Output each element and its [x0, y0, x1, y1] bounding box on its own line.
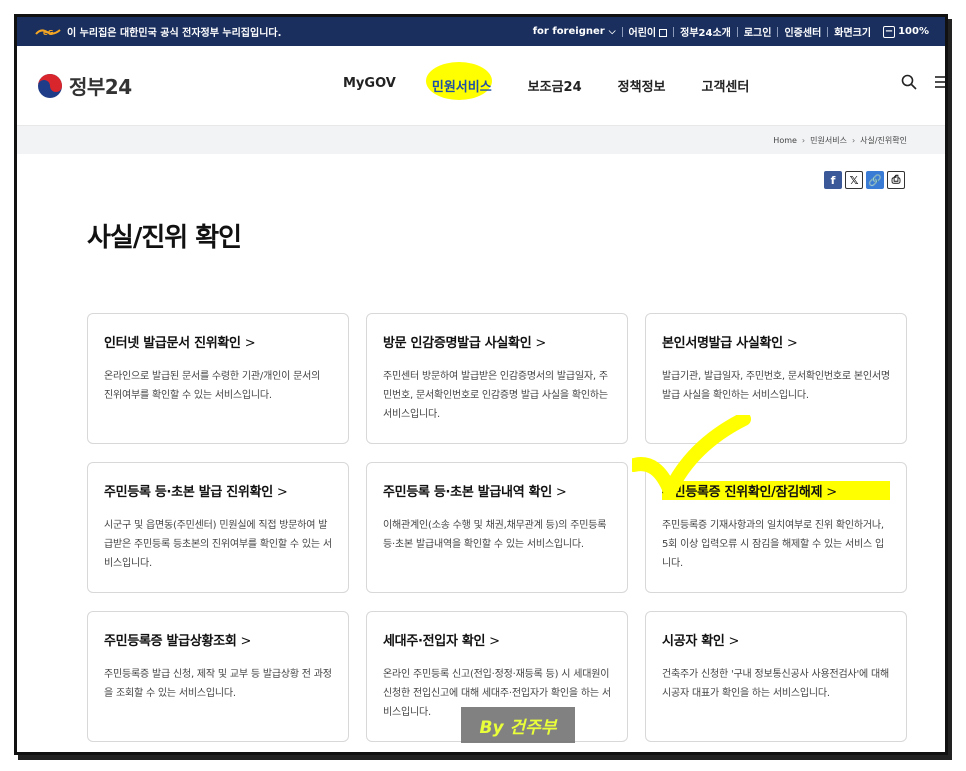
card-desc: 이해관계인(소송 수행 및 채권,채무관계 등)의 주민등록 등·초본 발급내역…	[383, 520, 607, 550]
link-icon[interactable]: 🔗	[866, 171, 884, 189]
logo-text: 정부24	[69, 75, 132, 99]
site-header: 정부24 MyGOV 민원서비스 보조금24 정책정보 고객센터	[17, 46, 945, 126]
card-title: 방문 인감증명발급 사실확인 >	[383, 336, 546, 351]
card-title: 본인서명발급 사실확인 >	[662, 336, 798, 351]
card-title: 주민등록증 발급상황조회 >	[104, 634, 252, 649]
service-card[interactable]: 주민등록 등·초본 발급 진위확인 > 시군구 및 읍면동(주민센터) 민원실에 직…	[87, 462, 349, 593]
zoom-out-icon[interactable]: −	[883, 25, 896, 38]
gov-notice: 이 누리집은 대한민국 공식 전자정부 누리집입니다.	[67, 28, 282, 39]
zoom-control[interactable]: −100%	[877, 25, 935, 38]
main-nav: MyGOV 민원서비스 보조금24 정책정보 고객센터	[343, 62, 750, 101]
chevron-right-icon: >	[728, 634, 740, 649]
nav-civil-service[interactable]: 민원서비스	[425, 62, 492, 101]
screen-size-label: 화면크기	[834, 28, 872, 39]
external-link-icon	[659, 29, 668, 37]
utility-menu: for foreigner ⌵ 어린이 정부24소개 로그인 인증센터 화면크기 …	[527, 24, 935, 39]
svg-text:eG: eG	[43, 29, 54, 37]
cert-center-link[interactable]: 인증센터	[778, 24, 827, 39]
chevron-right-icon: >	[489, 634, 500, 649]
breadcrumb-current: 사실/진위확인	[860, 135, 907, 145]
chevron-right-icon: ›	[801, 135, 806, 145]
share-bar: f 𝕏 🔗 ⎙	[824, 171, 905, 189]
service-card[interactable]: 주민등록증 발급상황조회 > 주민등록증 발급 신청, 제작 및 교부 등 발급상황…	[87, 611, 349, 742]
chevron-right-icon: ›	[851, 135, 856, 145]
card-title: 인터넷 발급문서 진위확인 >	[104, 336, 256, 351]
card-title: 시공자 확인 >	[662, 634, 740, 649]
chevron-right-icon: >	[826, 485, 837, 500]
breadcrumb-home[interactable]: Home	[773, 136, 797, 145]
header-actions	[901, 74, 948, 90]
x-icon[interactable]: 𝕏	[845, 171, 863, 189]
service-card[interactable]: 시공자 확인 > 건축주가 신청한 '구내 정보통신공사 사용전검사'에 대해 시공…	[645, 611, 907, 742]
card-title: 주민등록 등·초본 발급 진위확인 >	[104, 485, 288, 500]
search-icon[interactable]	[901, 74, 917, 90]
breadcrumb: Home › 민원서비스 › 사실/진위확인	[17, 126, 945, 154]
card-title: 주민등록 등·초본 발급내역 확인 >	[383, 485, 567, 500]
card-desc: 온라인으로 발급된 문서를 수령한 기관/개인이 문서의 진위여부를 확인할 수…	[104, 371, 321, 401]
service-card-id-verify[interactable]: 주민등록증 진위확인/잠김해제 > 주민등록증 기재사항과의 일치여부로 진위 확인…	[645, 462, 907, 593]
chevron-right-icon: >	[244, 336, 256, 351]
service-card[interactable]: 방문 인감증명발급 사실확인 > 주민센터 방문하여 발급받은 인감증명서의 발급일…	[366, 313, 628, 444]
chevron-down-icon: ⌵	[608, 27, 616, 37]
nav-subsidy24[interactable]: 보조금24	[528, 70, 582, 101]
service-card[interactable]: 본인서명발급 사실확인 > 발급기관, 발급일자, 주민번호, 문서확인번호로 본인…	[645, 313, 907, 444]
nav-mygov[interactable]: MyGOV	[343, 70, 396, 101]
nav-policy-info[interactable]: 정책정보	[618, 70, 666, 101]
browser-frame: eG 이 누리집은 대한민국 공식 전자정부 누리집입니다. for forei…	[14, 14, 948, 755]
card-desc: 건축주가 신청한 '구내 정보통신공사 사용전검사'에 대해 시공자 대표가 확…	[662, 669, 889, 699]
card-desc: 주민센터 방문하여 발급받은 인감증명서의 발급일자, 주민번호, 문서확인번호…	[383, 371, 608, 420]
service-card[interactable]: 인터넷 발급문서 진위확인 > 온라인으로 발급된 문서를 수령한 기관/개인이 문…	[87, 313, 349, 444]
page-title: 사실/진위 확인	[87, 223, 242, 253]
chevron-right-icon: >	[535, 336, 546, 351]
login-link[interactable]: 로그인	[738, 24, 778, 39]
card-desc: 주민등록증 발급 신청, 제작 및 교부 등 발급상황 전 과정을 조회할 수 …	[104, 669, 332, 699]
card-desc: 발급기관, 발급일자, 주민번호, 문서확인번호로 본인서명 발급 사실을 확인…	[662, 371, 890, 401]
kids-link[interactable]: 어린이	[623, 24, 674, 39]
card-desc: 주민등록증 기재사항과의 일치여부로 진위 확인하거나, 5회 이상 입력오류 …	[662, 520, 884, 569]
menu-icon[interactable]	[933, 74, 948, 90]
taegeuk-icon	[38, 73, 62, 98]
facebook-icon[interactable]: f	[824, 171, 842, 189]
print-icon[interactable]: ⎙	[887, 171, 905, 189]
gov24-logo[interactable]: 정부24	[37, 71, 297, 100]
breadcrumb-civil-service[interactable]: 민원서비스	[810, 135, 847, 146]
for-foreigner-menu[interactable]: for foreigner ⌵	[527, 26, 622, 37]
chevron-right-icon: >	[786, 336, 798, 351]
chevron-right-icon: >	[240, 634, 252, 649]
chevron-right-icon: >	[276, 485, 288, 500]
watermark: By 건주부	[461, 707, 575, 743]
service-card-grid: 인터넷 발급문서 진위확인 > 온라인으로 발급된 문서를 수령한 기관/개인이 문…	[87, 313, 907, 742]
nav-customer-center[interactable]: 고객센터	[702, 70, 750, 101]
service-card[interactable]: 주민등록 등·초본 발급내역 확인 > 이해관계인(소송 수행 및 채권,채무관계 …	[366, 462, 628, 593]
gov-banner: eG 이 누리집은 대한민국 공식 전자정부 누리집입니다. for forei…	[17, 17, 945, 46]
card-title: 세대주·전입자 확인 >	[383, 634, 500, 649]
chevron-right-icon: >	[555, 485, 567, 500]
about-gov24-link[interactable]: 정부24소개	[674, 24, 737, 39]
card-title: 주민등록증 진위확인/잠김해제 >	[662, 481, 890, 500]
egov-logo-icon: eG	[35, 29, 61, 37]
card-desc: 시군구 및 읍면동(주민센터) 민원실에 직접 방문하여 발급받은 주민등록 등…	[104, 520, 332, 569]
